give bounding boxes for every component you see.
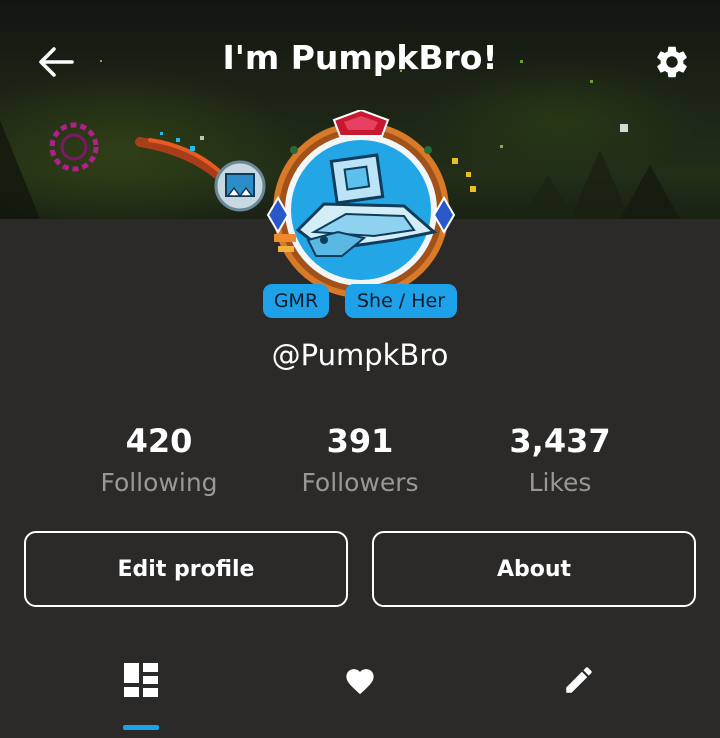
pencil-icon xyxy=(566,667,592,693)
dashboard-grid-icon xyxy=(124,663,158,697)
badge-gmr: GMR xyxy=(263,284,329,318)
stat-likes-value: 3,437 xyxy=(509,422,611,460)
badge-pronouns: She / Her xyxy=(345,284,457,318)
tab-likes[interactable] xyxy=(330,650,390,710)
stat-following[interactable]: 420 Following xyxy=(59,420,259,497)
page-title: I'm PumpkBro! xyxy=(222,38,498,77)
stat-likes-label: Likes xyxy=(528,468,592,497)
gear-icon xyxy=(657,46,687,78)
stat-followers-label: Followers xyxy=(301,468,419,497)
edit-profile-button[interactable]: Edit profile xyxy=(24,531,348,607)
avatar[interactable] xyxy=(254,108,468,310)
profile-badges: GMR She / Her xyxy=(0,284,720,320)
username: @PumpkBro xyxy=(271,338,449,372)
tab-drafts[interactable] xyxy=(549,650,609,710)
stat-followers-value: 391 xyxy=(326,422,394,460)
stat-following-value: 420 xyxy=(125,422,193,460)
active-tab-indicator xyxy=(123,725,159,730)
stat-followers[interactable]: 391 Followers xyxy=(260,420,460,497)
tab-posts[interactable] xyxy=(111,650,171,710)
about-button[interactable]: About xyxy=(372,531,696,607)
stat-likes[interactable]: 3,437 Likes xyxy=(460,420,660,497)
geometry-dash-icon-avatar xyxy=(266,108,456,298)
settings-button[interactable] xyxy=(646,36,698,88)
stat-following-label: Following xyxy=(100,468,218,497)
heart-icon xyxy=(346,669,374,695)
